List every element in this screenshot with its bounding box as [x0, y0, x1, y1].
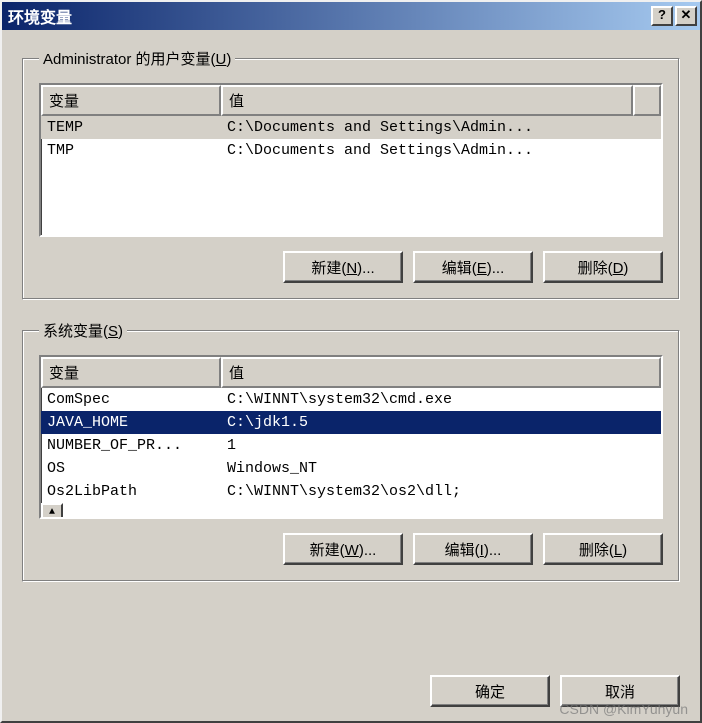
list-body: TEMP C:\Documents and Settings\Admin... …: [41, 116, 661, 235]
cancel-button[interactable]: 取消: [560, 675, 680, 707]
var-name: TMP: [41, 141, 221, 160]
column-name[interactable]: 变量: [41, 85, 221, 116]
user-vars-list[interactable]: 变量 值 TEMP C:\Documents and Settings\Admi…: [39, 83, 663, 237]
close-button[interactable]: ✕: [675, 6, 697, 26]
var-value: C:\WINNT\system32\cmd.exe: [221, 390, 661, 409]
title-text: 环境变量: [8, 4, 651, 28]
titlebar-buttons: ? ✕: [651, 6, 697, 26]
ok-button[interactable]: 确定: [430, 675, 550, 707]
column-value[interactable]: 值: [221, 357, 661, 388]
column-spacer: [633, 85, 661, 116]
user-vars-legend: Administrator 的用户变量(U): [39, 48, 235, 69]
dialog-footer: 确定 取消: [2, 667, 700, 721]
system-vars-buttons: 新建(W)... 编辑(I)... 删除(L): [39, 533, 663, 565]
var-name: TEMP: [41, 118, 221, 137]
table-row[interactable]: TEMP C:\Documents and Settings\Admin...: [41, 116, 661, 139]
scroll-up-icon[interactable]: ▲: [41, 503, 63, 519]
table-row[interactable]: Os2LibPath C:\WINNT\system32\os2\dll;: [41, 480, 661, 503]
var-value: C:\jdk1.5: [221, 413, 661, 432]
var-value: 1: [221, 436, 661, 455]
table-row[interactable]: OS Windows_NT: [41, 457, 661, 480]
system-vars-legend: 系统变量(S): [39, 320, 127, 341]
column-value[interactable]: 值: [221, 85, 633, 116]
user-vars-group: Administrator 的用户变量(U) 变量 值 TEMP C:\Docu…: [22, 48, 680, 300]
table-row[interactable]: JAVA_HOME C:\jdk1.5: [41, 411, 661, 434]
scrollbar[interactable]: ▲ ▼: [41, 503, 63, 519]
table-row[interactable]: TMP C:\Documents and Settings\Admin...: [41, 139, 661, 162]
dialog-body: Administrator 的用户变量(U) 变量 值 TEMP C:\Docu…: [2, 30, 700, 667]
edit-sys-var-button[interactable]: 编辑(I)...: [413, 533, 533, 565]
help-button[interactable]: ?: [651, 6, 673, 26]
system-vars-list[interactable]: 变量 值 ComSpec C:\WINNT\system32\cmd.exe J…: [39, 355, 663, 519]
delete-sys-var-button[interactable]: 删除(L): [543, 533, 663, 565]
column-name[interactable]: 变量: [41, 357, 221, 388]
env-vars-dialog: 环境变量 ? ✕ Administrator 的用户变量(U) 变量 值 TEM…: [0, 0, 702, 723]
new-sys-var-button[interactable]: 新建(W)...: [283, 533, 403, 565]
var-value: Windows_NT: [221, 459, 661, 478]
titlebar: 环境变量 ? ✕: [2, 2, 700, 30]
table-row[interactable]: ComSpec C:\WINNT\system32\cmd.exe: [41, 388, 661, 411]
new-user-var-button[interactable]: 新建(N)...: [283, 251, 403, 283]
list-header: 变量 值: [41, 357, 661, 388]
var-name: JAVA_HOME: [41, 413, 221, 432]
user-vars-buttons: 新建(N)... 编辑(E)... 删除(D): [39, 251, 663, 283]
table-row[interactable]: NUMBER_OF_PR... 1: [41, 434, 661, 457]
var-value: C:\Documents and Settings\Admin...: [221, 141, 661, 160]
list-header: 变量 值: [41, 85, 661, 116]
delete-user-var-button[interactable]: 删除(D): [543, 251, 663, 283]
list-body: ComSpec C:\WINNT\system32\cmd.exe JAVA_H…: [41, 388, 661, 503]
var-name: NUMBER_OF_PR...: [41, 436, 221, 455]
var-name: OS: [41, 459, 221, 478]
var-value: C:\Documents and Settings\Admin...: [221, 118, 661, 137]
edit-user-var-button[interactable]: 编辑(E)...: [413, 251, 533, 283]
var-value: C:\WINNT\system32\os2\dll;: [221, 482, 661, 501]
system-vars-group: 系统变量(S) 变量 值 ComSpec C:\WINNT\system32\c…: [22, 320, 680, 582]
var-name: Os2LibPath: [41, 482, 221, 501]
var-name: ComSpec: [41, 390, 221, 409]
